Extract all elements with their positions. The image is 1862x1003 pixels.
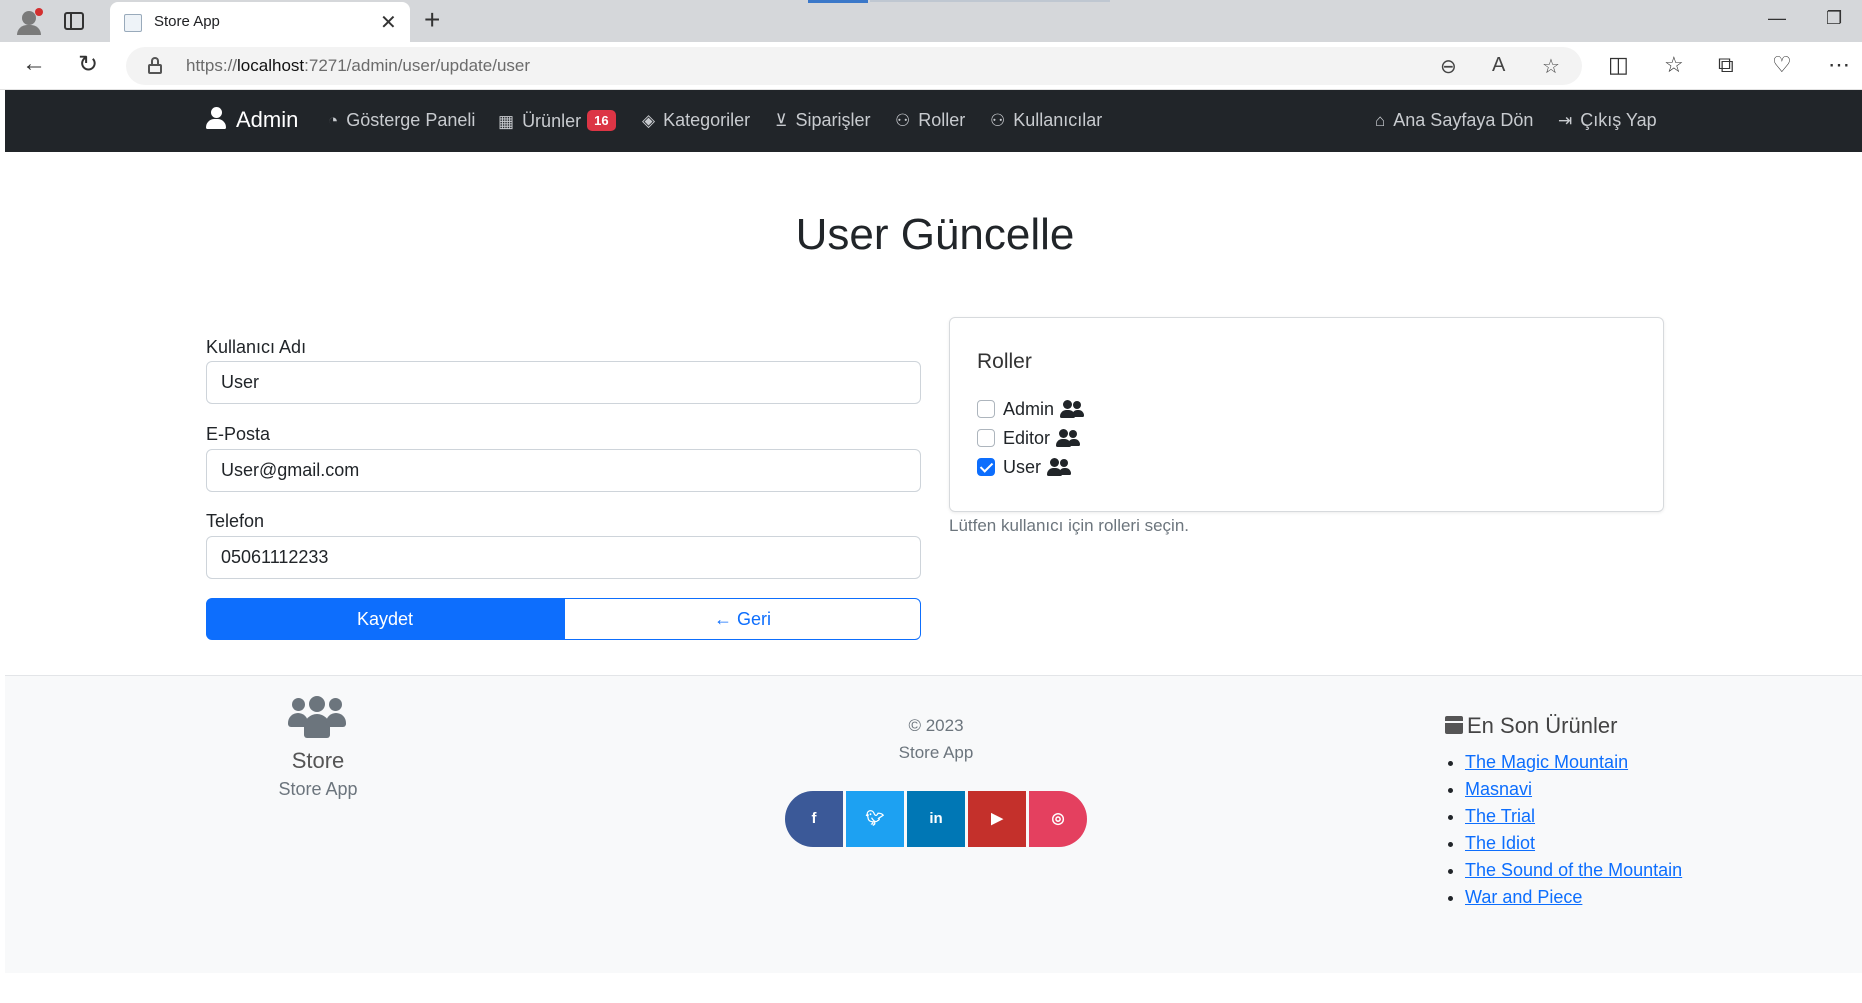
page-favicon-icon bbox=[124, 14, 142, 32]
role-user-checkbox[interactable] bbox=[977, 458, 995, 476]
admin-navbar: Admin ◔ Gösterge Paneli ▦ Ürünler 16 ◈ Kateg… bbox=[5, 90, 1862, 152]
save-button[interactable]: Kaydet bbox=[206, 598, 564, 640]
phone-label: Telefon bbox=[206, 511, 265, 531]
roles-title: Roller bbox=[977, 350, 1032, 373]
nav-orders[interactable]: ⊻ Siparişler bbox=[775, 110, 870, 131]
username-label: Kullanıcı Adı bbox=[206, 337, 307, 357]
footer-store-subtitle: Store App bbox=[278, 779, 358, 799]
tab-actions-icon[interactable] bbox=[64, 12, 84, 30]
back-button[interactable]: ← Geri bbox=[564, 598, 921, 640]
linkedin-button[interactable]: in bbox=[907, 791, 965, 847]
product-link[interactable]: War and Piece bbox=[1465, 887, 1582, 907]
close-tab-icon[interactable]: ✕ bbox=[380, 10, 397, 35]
products-count-badge: 16 bbox=[587, 110, 616, 131]
split-screen-icon[interactable]: ◫ bbox=[1608, 52, 1629, 78]
product-link[interactable]: The Trial bbox=[1465, 806, 1535, 826]
users-icon bbox=[1060, 400, 1085, 418]
refresh-icon[interactable]: ↻ bbox=[78, 50, 98, 79]
url-text[interactable]: https://localhost:7271/admin/user/update… bbox=[186, 56, 530, 76]
back-arrow-icon[interactable]: ← bbox=[22, 50, 46, 78]
product-link[interactable]: The Idiot bbox=[1465, 833, 1535, 853]
facebook-icon: f bbox=[811, 810, 817, 827]
role-admin[interactable]: Admin bbox=[977, 399, 1085, 423]
browser-essentials-icon[interactable]: ♡ bbox=[1772, 52, 1792, 78]
role-editor[interactable]: Editor bbox=[977, 428, 1081, 452]
tab-title: Store App bbox=[154, 13, 220, 30]
address-bar[interactable]: https://localhost:7271/admin/user/update… bbox=[126, 47, 1582, 85]
twitter-icon: 🐦︎ bbox=[865, 810, 885, 827]
user-icon bbox=[206, 107, 226, 129]
youtube-icon: ▶ bbox=[991, 810, 1003, 827]
restore-icon[interactable]: ❐ bbox=[1826, 8, 1842, 29]
tab-indicator bbox=[808, 0, 868, 3]
nav-home[interactable]: ⌂ Ana Sayfaya Dön bbox=[1375, 110, 1533, 131]
youtube-button[interactable]: ▶ bbox=[968, 791, 1026, 847]
latest-products-list: The Magic Mountain Masnavi The Trial The… bbox=[1465, 749, 1695, 911]
role-editor-checkbox[interactable] bbox=[977, 429, 995, 447]
linkedin-icon: in bbox=[929, 810, 943, 827]
new-tab-icon[interactable]: + bbox=[424, 4, 440, 36]
role-user[interactable]: User bbox=[977, 457, 1072, 481]
basket-icon: ⊻ bbox=[775, 111, 788, 130]
users-icon: ⚇ bbox=[895, 111, 911, 130]
list-item: War and Piece bbox=[1465, 884, 1695, 911]
roles-card: Roller Admin Editor User bbox=[949, 317, 1664, 512]
list-item: The Trial bbox=[1465, 803, 1695, 830]
lock-icon bbox=[148, 57, 162, 74]
email-label: E-Posta bbox=[206, 424, 271, 444]
boxes-icon: ▦ bbox=[498, 112, 515, 131]
arrow-left-icon: ← bbox=[713, 608, 737, 629]
latest-products-title: En Son Ürünler bbox=[1445, 713, 1617, 739]
zoom-out-icon[interactable]: ⊖ bbox=[1440, 54, 1457, 79]
browser-toolbar: ← ↻ https://localhost:7271/admin/user/up… bbox=[0, 42, 1862, 90]
logout-icon: ⇥ bbox=[1558, 111, 1573, 130]
favorite-star-icon[interactable]: ☆ bbox=[1542, 54, 1560, 79]
facebook-button[interactable]: f bbox=[785, 791, 843, 847]
list-item: The Magic Mountain bbox=[1465, 749, 1695, 776]
users-icon bbox=[1056, 429, 1081, 447]
tags-icon: ◈ bbox=[642, 111, 656, 130]
favorites-icon[interactable]: ☆ bbox=[1664, 52, 1684, 78]
instagram-icon: ◎ bbox=[1051, 810, 1065, 827]
nav-dashboard[interactable]: ◔ Gösterge Paneli bbox=[328, 110, 475, 131]
email-input[interactable] bbox=[206, 449, 921, 492]
roles-help-text: Lütfen kullanıcı için rolleri seçin. bbox=[949, 516, 1190, 535]
footer: Store Store App © 2023 Store App f 🐦︎ in… bbox=[5, 675, 1862, 973]
product-link[interactable]: The Magic Mountain bbox=[1465, 752, 1628, 772]
instagram-button[interactable]: ◎ bbox=[1029, 791, 1087, 847]
navbar-brand[interactable]: Admin bbox=[206, 107, 298, 133]
collections-icon[interactable]: ⧉ bbox=[1718, 52, 1734, 78]
username-input[interactable] bbox=[206, 361, 921, 404]
list-item: The Sound of the Mountain bbox=[1465, 857, 1695, 884]
tab-indicator-track bbox=[870, 0, 1110, 2]
home-icon: ⌂ bbox=[1375, 111, 1386, 130]
gift-icon bbox=[1445, 716, 1463, 734]
nav-products[interactable]: ▦ Ürünler 16 bbox=[498, 110, 616, 132]
list-item: The Idiot bbox=[1465, 830, 1695, 857]
minimize-icon[interactable]: — bbox=[1768, 8, 1786, 29]
users-icon: ⚇ bbox=[990, 111, 1006, 130]
users-icon bbox=[1047, 458, 1072, 476]
page-title: User Güncelle bbox=[795, 210, 1075, 259]
nav-categories[interactable]: ◈ Kategoriler bbox=[642, 110, 750, 131]
read-aloud-icon[interactable]: A bbox=[1492, 54, 1505, 77]
browser-tabbar: Store App ✕ + — ❐ bbox=[0, 0, 1862, 42]
product-link[interactable]: The Sound of the Mountain bbox=[1465, 860, 1682, 880]
gauge-icon: ◔ bbox=[328, 111, 339, 130]
more-menu-icon[interactable]: ⋯ bbox=[1828, 52, 1850, 78]
product-link[interactable]: Masnavi bbox=[1465, 779, 1532, 799]
role-admin-checkbox[interactable] bbox=[977, 400, 995, 418]
browser-tab[interactable]: Store App ✕ bbox=[110, 2, 410, 42]
list-item: Masnavi bbox=[1465, 776, 1695, 803]
nav-logout[interactable]: ⇥ Çıkış Yap bbox=[1558, 110, 1657, 131]
profile-icon[interactable] bbox=[14, 8, 44, 35]
nav-users[interactable]: ⚇ Kullanıcılar bbox=[990, 110, 1102, 131]
nav-roles[interactable]: ⚇ Roller bbox=[895, 110, 965, 131]
phone-input[interactable] bbox=[206, 536, 921, 579]
twitter-button[interactable]: 🐦︎ bbox=[846, 791, 904, 847]
